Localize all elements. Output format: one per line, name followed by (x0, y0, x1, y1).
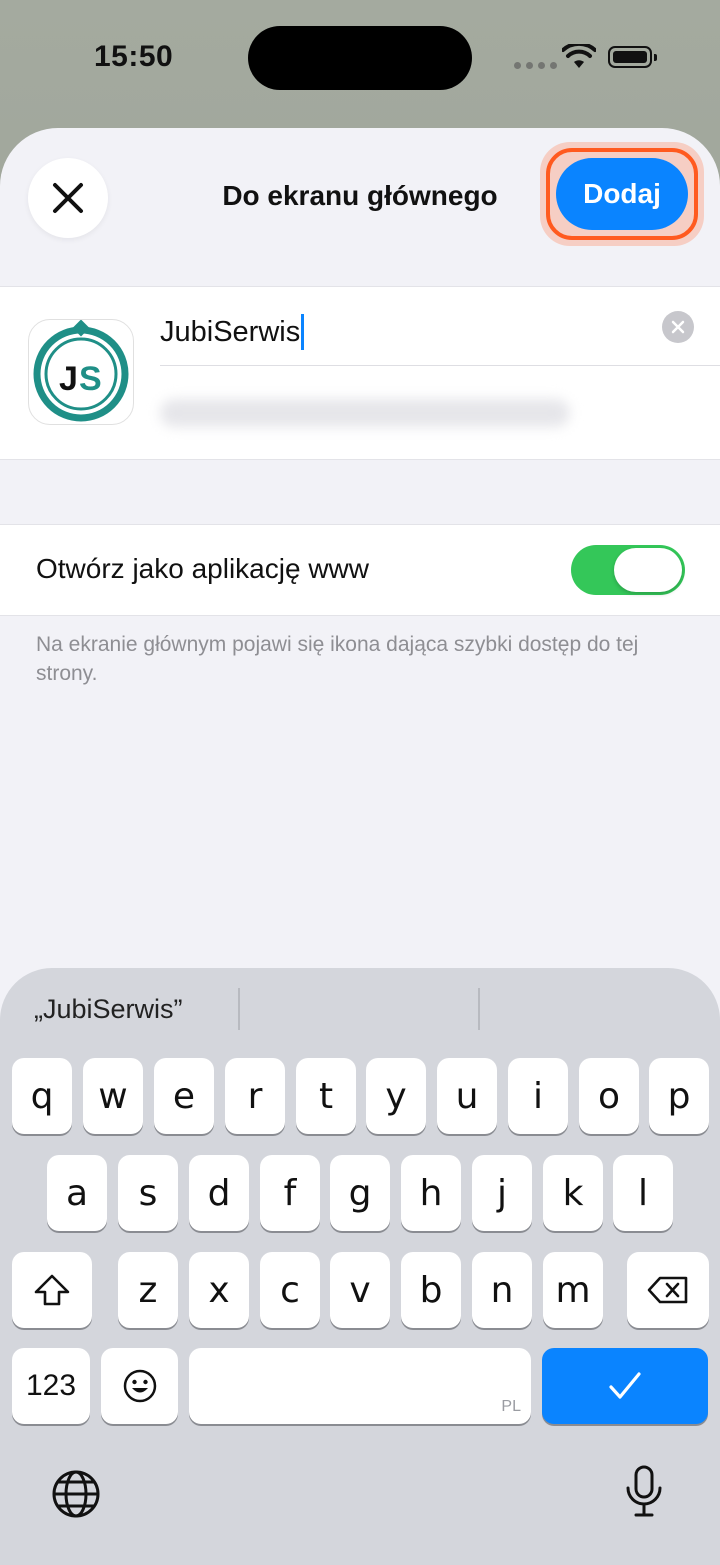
key-y[interactable]: y (366, 1058, 426, 1134)
key-t[interactable]: t (296, 1058, 356, 1134)
app-icon: J S (28, 319, 134, 425)
done-key[interactable] (542, 1348, 708, 1424)
backspace-key[interactable] (627, 1252, 709, 1328)
suggestion-separator (478, 988, 480, 1030)
suggestion-separator (238, 988, 240, 1030)
key-g[interactable]: g (330, 1155, 390, 1231)
shift-icon (34, 1274, 70, 1306)
key-q[interactable]: q (12, 1058, 72, 1134)
key-e[interactable]: e (154, 1058, 214, 1134)
bookmark-card: J S JubiSerwis (0, 286, 720, 460)
clear-icon (671, 320, 685, 334)
key-n[interactable]: n (472, 1252, 532, 1328)
key-r[interactable]: r (225, 1058, 285, 1134)
key-s[interactable]: s (118, 1155, 178, 1231)
dynamic-island (248, 26, 472, 90)
shift-key[interactable] (12, 1252, 92, 1328)
microphone-icon (626, 1465, 662, 1517)
web-app-option-row: Otwórz jako aplikację www (0, 524, 720, 616)
text-caret (301, 314, 305, 350)
bookmark-name-input[interactable]: JubiSerwis (160, 307, 680, 357)
numbers-key[interactable]: 123 (12, 1348, 90, 1424)
hint-text: Na ekranie głównym pojawi się ikona dają… (36, 633, 639, 685)
sheet-title: Do ekranu głównego (222, 180, 498, 211)
emoji-icon (123, 1369, 156, 1403)
language-indicator: PL (501, 1398, 521, 1415)
key-o[interactable]: o (579, 1058, 639, 1134)
emoji-key[interactable] (101, 1348, 178, 1424)
checkmark-icon (609, 1372, 641, 1399)
add-button[interactable]: Dodaj (546, 148, 698, 240)
dictation-button[interactable] (622, 1464, 666, 1525)
add-button-label: Dodaj (556, 158, 688, 230)
key-f[interactable]: f (260, 1155, 320, 1231)
close-icon (53, 183, 83, 213)
key-v[interactable]: v (330, 1252, 390, 1328)
globe-icon (52, 1470, 100, 1518)
key-d[interactable]: d (189, 1155, 249, 1231)
bookmark-name-value: JubiSerwis (160, 315, 301, 348)
jubiserwis-logo-icon: J S (33, 319, 129, 422)
cellular-signal-icon (514, 62, 557, 69)
key-m[interactable]: m (543, 1252, 603, 1328)
battery-icon (608, 46, 657, 68)
key-p[interactable]: p (649, 1058, 709, 1134)
key-j[interactable]: j (472, 1155, 532, 1231)
status-bar: 15:50 (0, 0, 720, 120)
suggestion-item[interactable]: „JubiSerwis” (34, 994, 183, 1025)
key-z[interactable]: z (118, 1252, 178, 1328)
web-app-label: Otwórz jako aplikację www (36, 553, 369, 584)
key-i[interactable]: i (508, 1058, 568, 1134)
space-key[interactable]: PL (189, 1348, 531, 1424)
url-field-blurred (160, 399, 570, 427)
keyboard: „JubiSerwis” q w e r t y u i o p a s d f… (0, 968, 720, 1565)
close-button[interactable] (28, 158, 108, 238)
toggle-knob (614, 548, 682, 592)
globe-button[interactable] (50, 1468, 102, 1525)
wifi-icon (562, 44, 596, 68)
status-time: 15:50 (94, 40, 174, 73)
key-k[interactable]: k (543, 1155, 603, 1231)
logo-letter-j: J (59, 360, 78, 398)
key-u[interactable]: u (437, 1058, 497, 1134)
key-h[interactable]: h (401, 1155, 461, 1231)
logo-letter-s: S (79, 360, 102, 398)
key-x[interactable]: x (189, 1252, 249, 1328)
clear-text-button[interactable] (662, 311, 694, 343)
key-c[interactable]: c (260, 1252, 320, 1328)
key-w[interactable]: w (83, 1058, 143, 1134)
backspace-icon (647, 1276, 688, 1304)
field-divider (160, 365, 720, 366)
key-l[interactable]: l (613, 1155, 673, 1231)
key-a[interactable]: a (47, 1155, 107, 1231)
key-b[interactable]: b (401, 1252, 461, 1328)
